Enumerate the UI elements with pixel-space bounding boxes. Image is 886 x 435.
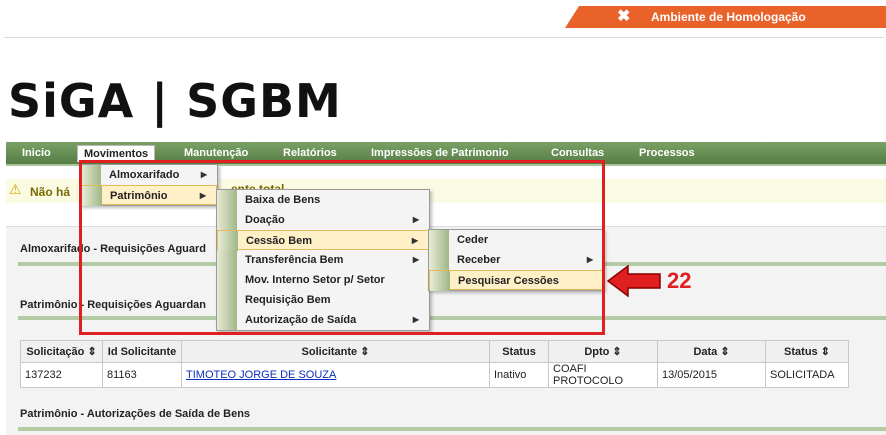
cell-solicitacao: 137232 <box>20 362 103 388</box>
nav-impressoes[interactable]: Impressões de Patrimonio <box>371 147 509 159</box>
cell-dpto: COAFI PROTOCOLO <box>548 362 658 388</box>
nav-relatorios[interactable]: Relatórios <box>283 147 337 159</box>
warning-icon: ⚠ <box>9 181 22 197</box>
cell-data: 13/05/2015 <box>657 362 766 388</box>
nav-manutencao[interactable]: Manutenção <box>184 147 248 159</box>
environment-banner: ✖ Ambiente de Homologação <box>565 6 886 28</box>
solicitante-link[interactable]: TIMOTEO JORGE DE SOUZA <box>186 369 336 381</box>
cell-status-final: SOLICITADA <box>765 362 849 388</box>
nav-processos[interactable]: Processos <box>639 147 695 159</box>
col-status-sort[interactable]: Status ⇕ <box>765 340 849 363</box>
annotation-highlight-box <box>79 160 605 335</box>
table-row: 137232 81163 TIMOTEO JORGE DE SOUZA Inat… <box>20 362 849 388</box>
environment-label: Ambiente de Homologação <box>651 10 806 24</box>
annotation-arrow-icon <box>606 264 661 298</box>
tools-icon: ✖ <box>617 8 631 25</box>
col-dpto[interactable]: Dpto ⇕ <box>548 340 658 363</box>
annotation-number: 22 <box>667 268 692 293</box>
cell-status: Inativo <box>489 362 549 388</box>
col-solicitante[interactable]: Solicitante ⇕ <box>181 340 490 363</box>
nav-inicio[interactable]: Inicio <box>22 147 51 159</box>
section-patrimonio-aut-title: Patrimônio - Autorizações de Saída de Be… <box>20 408 251 420</box>
col-solicitacao[interactable]: Solicitação ⇕ <box>20 340 103 363</box>
col-status: Status <box>489 340 549 363</box>
section-divider <box>18 427 886 431</box>
warning-text: Não há <box>30 185 71 199</box>
col-data[interactable]: Data ⇕ <box>657 340 766 363</box>
requests-table: Solicitação ⇕ Id Solicitante Solicitante… <box>20 340 849 388</box>
cell-id-solicitante: 81163 <box>102 362 182 388</box>
app-logo: SiGA | SGBM <box>8 74 342 128</box>
col-id-solicitante: Id Solicitante <box>102 340 182 363</box>
nav-consultas[interactable]: Consultas <box>551 147 604 159</box>
cell-solicitante: TIMOTEO JORGE DE SOUZA <box>181 362 490 388</box>
